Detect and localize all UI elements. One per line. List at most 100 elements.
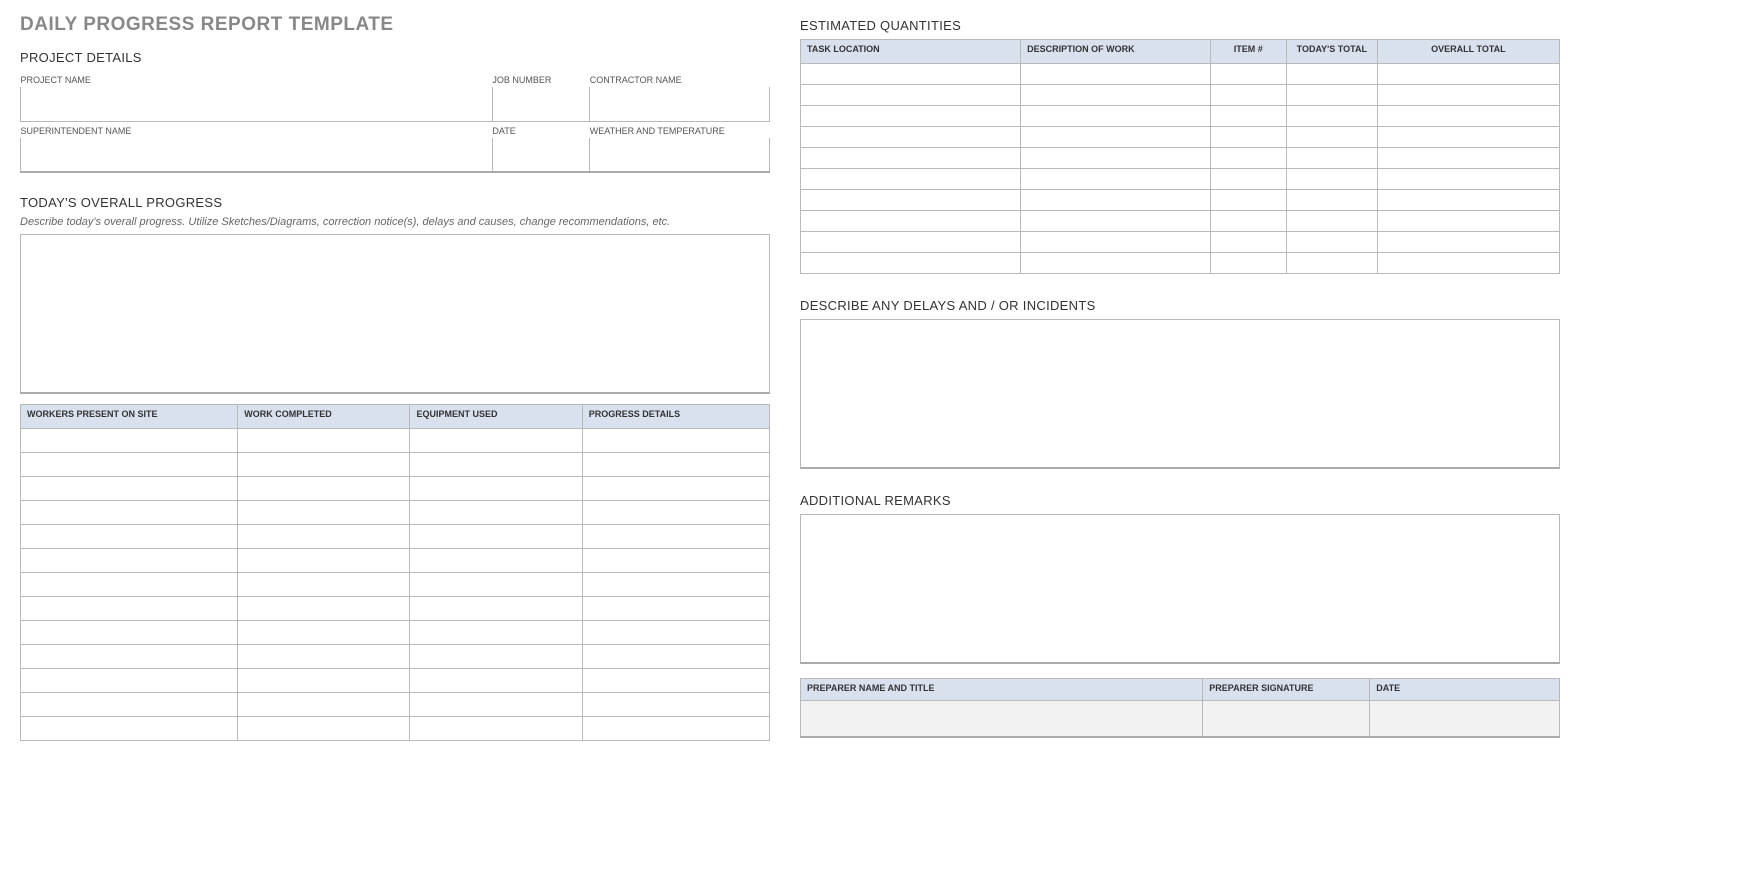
- cell-details[interactable]: [582, 596, 769, 620]
- cell-today[interactable]: [1286, 232, 1377, 253]
- cell-taskLocation[interactable]: [801, 127, 1021, 148]
- cell-taskLocation[interactable]: [801, 64, 1021, 85]
- cell-workers[interactable]: [21, 692, 238, 716]
- input-weather[interactable]: [590, 138, 770, 172]
- cell-overall[interactable]: [1377, 169, 1559, 190]
- cell-completed[interactable]: [238, 596, 410, 620]
- input-contractor-name[interactable]: [590, 87, 770, 121]
- cell-today[interactable]: [1286, 85, 1377, 106]
- cell-description[interactable]: [1021, 211, 1211, 232]
- cell-today[interactable]: [1286, 106, 1377, 127]
- cell-equipment[interactable]: [410, 668, 582, 692]
- cell-workers[interactable]: [21, 572, 238, 596]
- cell-details[interactable]: [582, 524, 769, 548]
- cell-description[interactable]: [1021, 190, 1211, 211]
- cell-details[interactable]: [582, 620, 769, 644]
- delays-box[interactable]: [800, 319, 1560, 469]
- cell-completed[interactable]: [238, 668, 410, 692]
- cell-workers[interactable]: [21, 596, 238, 620]
- cell-workers[interactable]: [21, 620, 238, 644]
- cell-item[interactable]: [1210, 253, 1286, 274]
- cell-equipment[interactable]: [410, 428, 582, 452]
- cell-item[interactable]: [1210, 232, 1286, 253]
- cell-details[interactable]: [582, 548, 769, 572]
- cell-description[interactable]: [1021, 85, 1211, 106]
- cell-workers[interactable]: [21, 548, 238, 572]
- input-superintendent-name[interactable]: [21, 138, 493, 172]
- overall-progress-box[interactable]: [20, 234, 770, 394]
- cell-taskLocation[interactable]: [801, 169, 1021, 190]
- cell-description[interactable]: [1021, 148, 1211, 169]
- cell-today[interactable]: [1286, 64, 1377, 85]
- cell-details[interactable]: [582, 692, 769, 716]
- cell-item[interactable]: [1210, 190, 1286, 211]
- cell-details[interactable]: [582, 500, 769, 524]
- cell-equipment[interactable]: [410, 572, 582, 596]
- cell-description[interactable]: [1021, 253, 1211, 274]
- cell-equipment[interactable]: [410, 548, 582, 572]
- cell-today[interactable]: [1286, 211, 1377, 232]
- cell-equipment[interactable]: [410, 620, 582, 644]
- cell-item[interactable]: [1210, 127, 1286, 148]
- cell-item[interactable]: [1210, 64, 1286, 85]
- cell-completed[interactable]: [238, 524, 410, 548]
- cell-workers[interactable]: [21, 668, 238, 692]
- cell-taskLocation[interactable]: [801, 211, 1021, 232]
- cell-details[interactable]: [582, 668, 769, 692]
- cell-taskLocation[interactable]: [801, 232, 1021, 253]
- cell-equipment[interactable]: [410, 596, 582, 620]
- cell-overall[interactable]: [1377, 232, 1559, 253]
- cell-description[interactable]: [1021, 106, 1211, 127]
- cell-overall[interactable]: [1377, 253, 1559, 274]
- cell-equipment[interactable]: [410, 716, 582, 740]
- cell-overall[interactable]: [1377, 127, 1559, 148]
- cell-taskLocation[interactable]: [801, 253, 1021, 274]
- cell-overall[interactable]: [1377, 211, 1559, 232]
- cell-today[interactable]: [1286, 127, 1377, 148]
- cell-equipment[interactable]: [410, 452, 582, 476]
- cell-description[interactable]: [1021, 127, 1211, 148]
- input-preparer[interactable]: [801, 701, 1203, 737]
- cell-workers[interactable]: [21, 428, 238, 452]
- cell-details[interactable]: [582, 476, 769, 500]
- cell-today[interactable]: [1286, 190, 1377, 211]
- cell-workers[interactable]: [21, 452, 238, 476]
- cell-details[interactable]: [582, 716, 769, 740]
- input-project-name[interactable]: [21, 87, 493, 121]
- cell-completed[interactable]: [238, 644, 410, 668]
- cell-today[interactable]: [1286, 169, 1377, 190]
- cell-overall[interactable]: [1377, 148, 1559, 169]
- cell-completed[interactable]: [238, 572, 410, 596]
- cell-completed[interactable]: [238, 692, 410, 716]
- cell-workers[interactable]: [21, 644, 238, 668]
- cell-completed[interactable]: [238, 476, 410, 500]
- cell-item[interactable]: [1210, 211, 1286, 232]
- cell-description[interactable]: [1021, 169, 1211, 190]
- input-job-number[interactable]: [492, 87, 589, 121]
- cell-completed[interactable]: [238, 548, 410, 572]
- cell-taskLocation[interactable]: [801, 190, 1021, 211]
- cell-description[interactable]: [1021, 64, 1211, 85]
- remarks-box[interactable]: [800, 514, 1560, 664]
- cell-completed[interactable]: [238, 500, 410, 524]
- cell-details[interactable]: [582, 572, 769, 596]
- cell-overall[interactable]: [1377, 106, 1559, 127]
- cell-completed[interactable]: [238, 716, 410, 740]
- cell-equipment[interactable]: [410, 644, 582, 668]
- cell-item[interactable]: [1210, 106, 1286, 127]
- input-signature[interactable]: [1203, 701, 1370, 737]
- input-date[interactable]: [492, 138, 589, 172]
- cell-workers[interactable]: [21, 500, 238, 524]
- cell-completed[interactable]: [238, 428, 410, 452]
- cell-equipment[interactable]: [410, 476, 582, 500]
- cell-taskLocation[interactable]: [801, 148, 1021, 169]
- cell-workers[interactable]: [21, 716, 238, 740]
- cell-description[interactable]: [1021, 232, 1211, 253]
- input-sig-date[interactable]: [1370, 701, 1560, 737]
- cell-equipment[interactable]: [410, 500, 582, 524]
- cell-today[interactable]: [1286, 253, 1377, 274]
- cell-completed[interactable]: [238, 452, 410, 476]
- cell-taskLocation[interactable]: [801, 85, 1021, 106]
- cell-equipment[interactable]: [410, 692, 582, 716]
- cell-workers[interactable]: [21, 476, 238, 500]
